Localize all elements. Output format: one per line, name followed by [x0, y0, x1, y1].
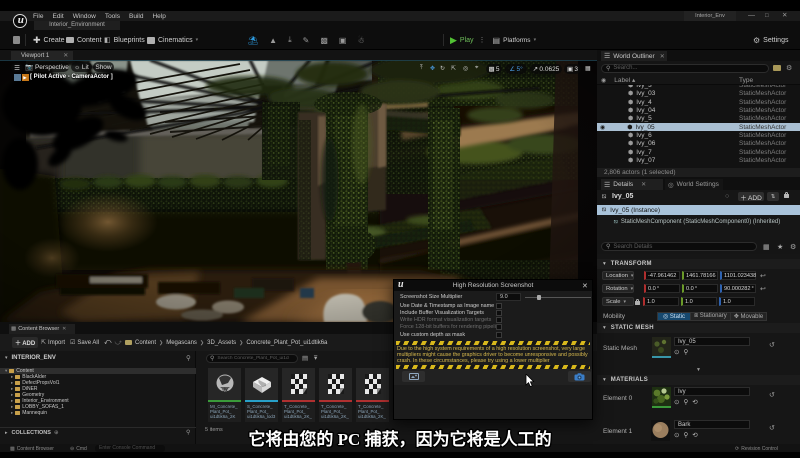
svg-text:√x: √x — [221, 387, 227, 394]
